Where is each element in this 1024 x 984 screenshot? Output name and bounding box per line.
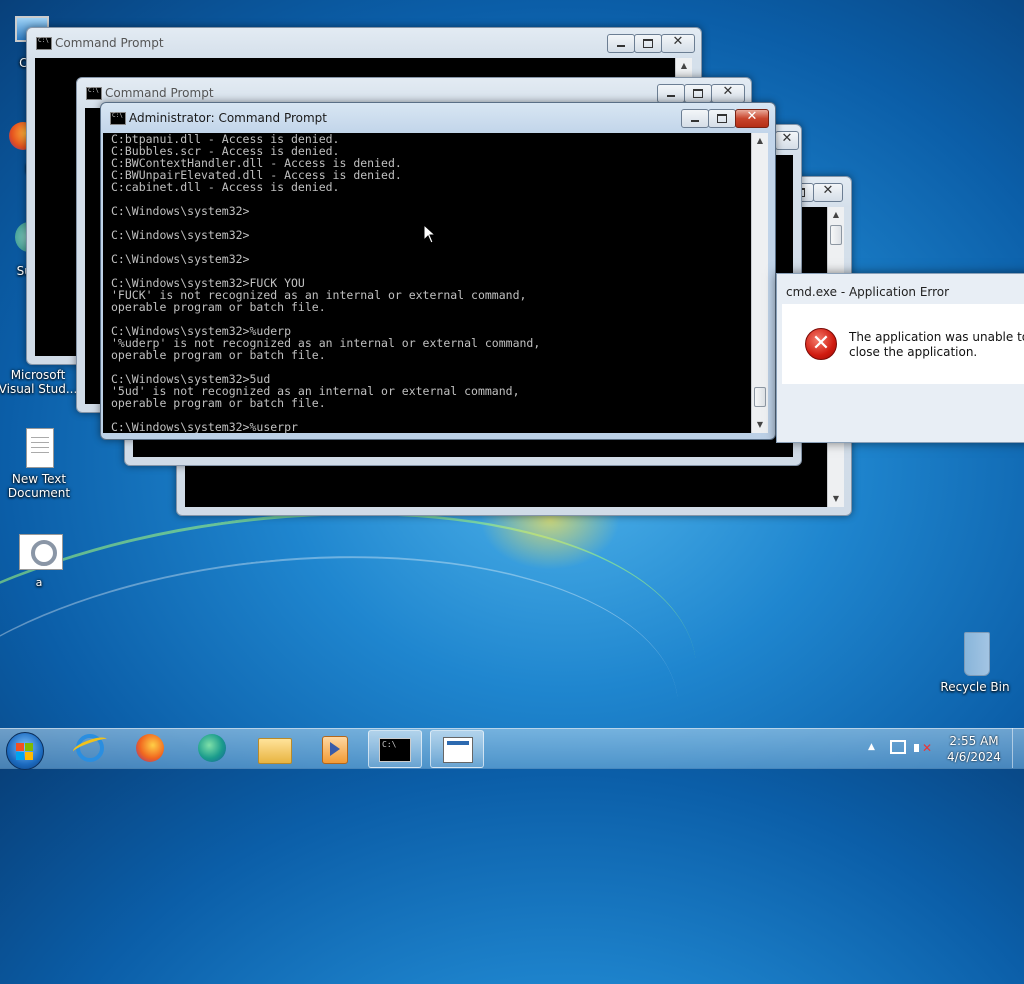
window-title: Command Prompt xyxy=(55,36,164,50)
start-button[interactable] xyxy=(6,732,44,770)
dialog-message: The application was unable to sta close … xyxy=(849,330,1024,360)
taskbar-control-panel[interactable] xyxy=(430,730,484,768)
network-icon[interactable] xyxy=(890,740,906,754)
maximize-icon xyxy=(643,39,653,48)
minimize-icon xyxy=(691,120,699,122)
close-button[interactable]: ✕ xyxy=(661,34,695,53)
title-bar[interactable]: Administrator: Command Prompt ✕ xyxy=(101,103,775,131)
windows-logo-icon xyxy=(16,752,24,760)
scroll-thumb[interactable] xyxy=(830,225,842,245)
console-area[interactable]: C:btpanui.dll - Access is denied. C:Bubb… xyxy=(103,133,751,433)
minimize-button[interactable] xyxy=(657,84,685,103)
cmd-icon xyxy=(86,87,102,100)
window-title: Command Prompt xyxy=(105,86,214,100)
desktop-icon-label: Recycle Bin xyxy=(940,680,1010,694)
mouse-cursor-icon xyxy=(423,224,437,244)
maximize-icon xyxy=(717,114,727,123)
volume-muted-icon[interactable]: ✕ xyxy=(914,740,932,756)
dialog-message-line: The application was unable to sta xyxy=(849,330,1024,344)
desktop-icon-label: a xyxy=(35,576,43,589)
desktop-icon-label: New Text Document xyxy=(7,472,71,500)
close-icon: ✕ xyxy=(781,131,793,146)
desktop-icon-a[interactable]: a xyxy=(4,532,74,590)
dialog-title: cmd.exe - Application Error xyxy=(786,285,950,299)
maximize-button[interactable] xyxy=(634,34,662,53)
folder-icon xyxy=(258,738,292,764)
window-title: Administrator: Command Prompt xyxy=(129,111,327,125)
taskbar-file-explorer[interactable] xyxy=(248,730,300,766)
windows-logo-icon xyxy=(25,752,33,760)
window-controls: ✕ xyxy=(681,109,769,128)
window-controls: ✕ xyxy=(607,34,695,53)
windows-logo-icon xyxy=(16,743,24,751)
cmd-icon xyxy=(36,37,52,50)
application-error-dialog[interactable]: cmd.exe - Application Error ✕ The applic… xyxy=(776,273,1024,443)
console-output: C:btpanui.dll - Access is denied. C:Bubb… xyxy=(111,133,541,433)
scroll-up-icon[interactable]: ▲ xyxy=(676,58,692,74)
system-clock[interactable]: 2:55 AM 4/6/2024 xyxy=(940,733,1008,765)
scroll-down-icon[interactable]: ▼ xyxy=(828,491,844,507)
minimize-button[interactable] xyxy=(607,34,635,53)
maximize-button[interactable] xyxy=(708,109,736,128)
settings-file-icon xyxy=(19,532,63,572)
taskbar-edge[interactable] xyxy=(186,730,238,766)
close-button[interactable]: ✕ xyxy=(735,109,769,128)
close-button[interactable]: ✕ xyxy=(775,131,799,150)
admin-cmd-window[interactable]: Administrator: Command Prompt ✕ C:btpanu… xyxy=(100,102,776,440)
desktop-icon-recycle-bin[interactable]: Recycle Bin xyxy=(940,632,1010,694)
scroll-down-icon[interactable]: ▼ xyxy=(752,417,768,433)
taskbar-command-prompt[interactable]: C:\ xyxy=(368,730,422,768)
cmd-icon: C:\ xyxy=(379,738,411,762)
scroll-thumb[interactable] xyxy=(754,387,766,407)
taskbar-firefox[interactable] xyxy=(124,730,176,766)
scroll-up-icon[interactable]: ▲ xyxy=(752,133,768,149)
close-icon: ✕ xyxy=(672,34,684,49)
wallpaper-swoosh xyxy=(0,459,724,984)
control-panel-icon xyxy=(443,737,473,763)
taskbar-media-player[interactable] xyxy=(308,730,360,766)
window-controls: ✕ xyxy=(775,131,799,150)
close-icon: ✕ xyxy=(722,84,734,99)
minimize-icon xyxy=(667,95,675,97)
close-icon: ✕ xyxy=(822,183,834,198)
show-desktop-button[interactable] xyxy=(1012,728,1024,768)
edge-icon xyxy=(198,734,226,762)
minimize-button[interactable] xyxy=(681,109,709,128)
clock-date: 4/6/2024 xyxy=(947,750,1001,764)
play-icon xyxy=(330,742,340,756)
cmd-icon xyxy=(110,112,126,125)
minimize-icon xyxy=(617,45,625,47)
close-icon: ✕ xyxy=(746,109,758,124)
vertical-scrollbar[interactable]: ▲ ▼ xyxy=(751,133,768,433)
mute-mark: ✕ xyxy=(922,741,933,755)
title-bar[interactable]: Command Prompt ✕ xyxy=(27,28,701,56)
windows-logo-icon xyxy=(25,743,33,751)
maximize-button[interactable] xyxy=(684,84,712,103)
desktop-icon-new-text-document[interactable]: New Text Document xyxy=(4,428,74,500)
taskbar-internet-explorer[interactable] xyxy=(64,730,116,766)
show-hidden-icons-icon[interactable]: ▲ xyxy=(868,742,875,752)
close-button[interactable]: ✕ xyxy=(813,183,843,202)
speaker-body xyxy=(914,744,919,752)
maximize-icon xyxy=(693,89,703,98)
close-button[interactable]: ✕ xyxy=(711,84,745,103)
clock-time: 2:55 AM xyxy=(949,734,999,748)
cmd-icon-glyph: C:\ xyxy=(382,740,397,749)
control-panel-icon-bar xyxy=(447,741,469,745)
scroll-up-icon[interactable]: ▲ xyxy=(828,207,844,223)
error-icon: ✕ xyxy=(805,328,837,360)
recycle-bin-icon xyxy=(955,632,995,676)
dialog-message-line: close the application. xyxy=(849,345,978,359)
firefox-icon xyxy=(136,734,164,762)
desktop-icon-label: Microsoft Visual Stud... xyxy=(0,368,78,396)
window-controls: ✕ xyxy=(657,84,745,103)
text-document-icon xyxy=(19,428,59,468)
